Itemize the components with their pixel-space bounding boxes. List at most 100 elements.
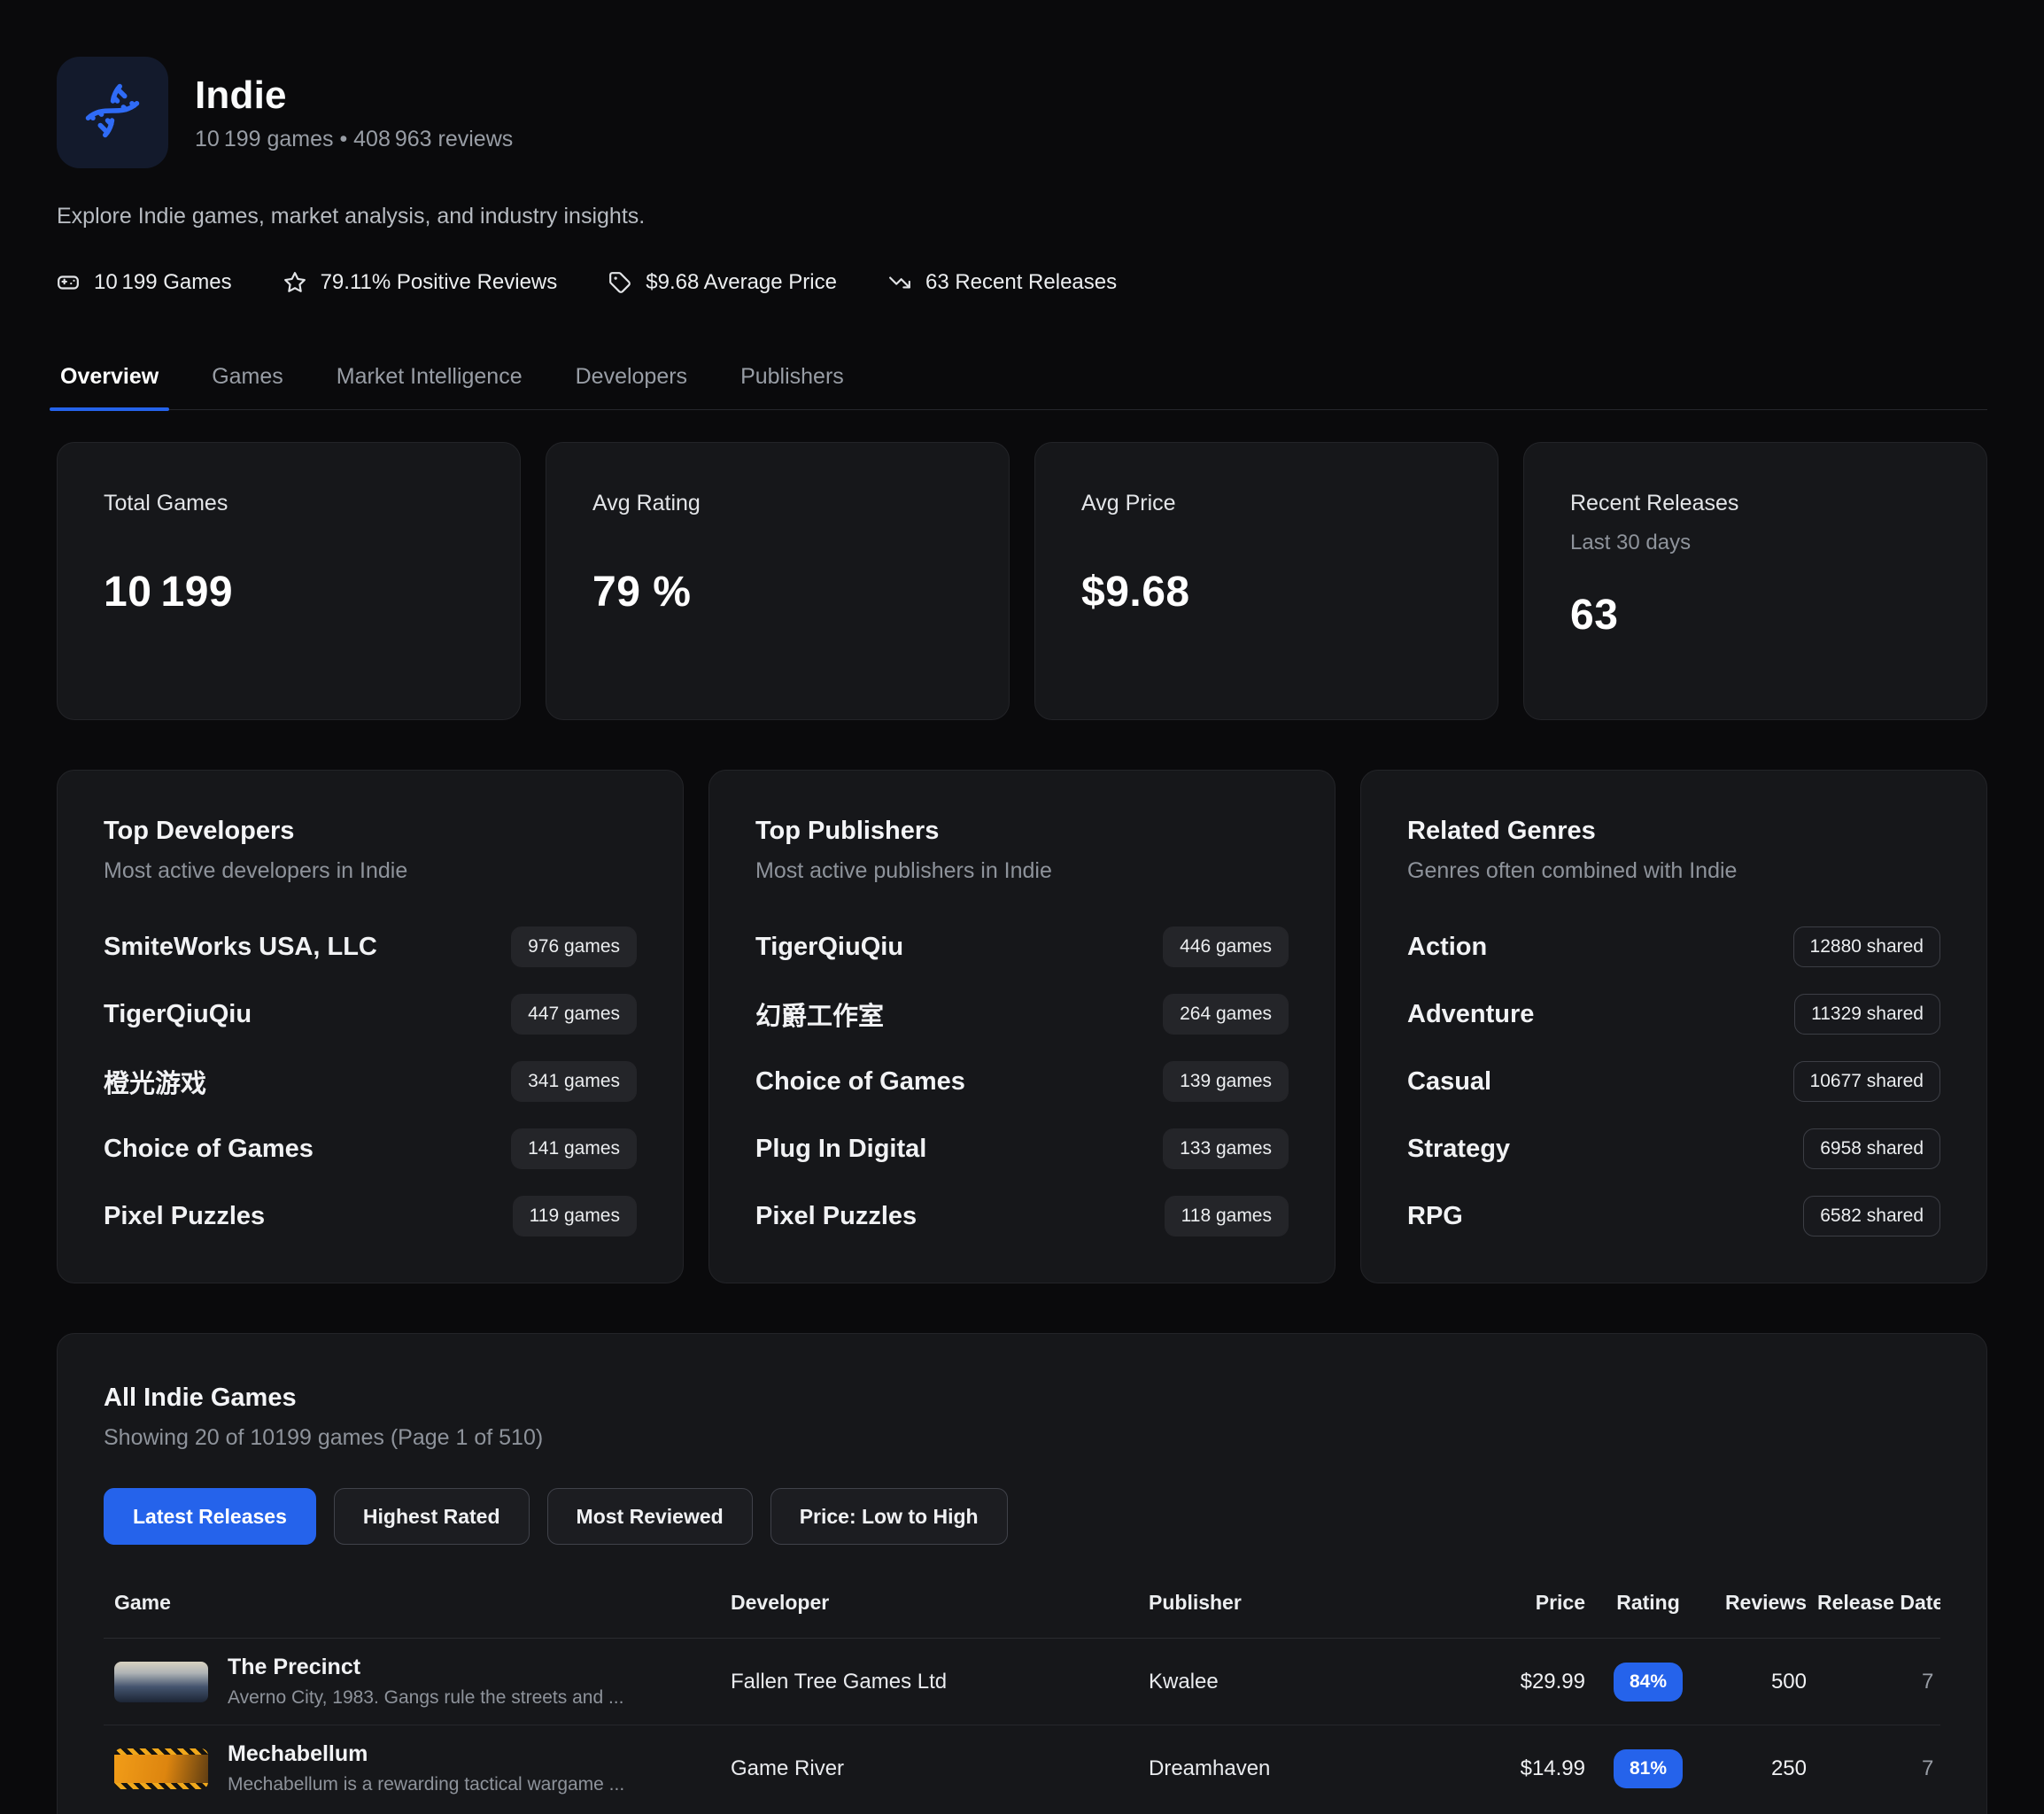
list-item[interactable]: TigerQiuQiu447 games xyxy=(104,994,637,1035)
quick-stat: 10 199 Games xyxy=(57,270,232,295)
list-item-name: Action xyxy=(1407,933,1487,962)
sort-filter-row: Latest Releases Highest Rated Most Reviewe… xyxy=(104,1488,1940,1545)
count-badge: 118 games xyxy=(1165,1196,1289,1236)
reviews-cell: 250 xyxy=(1700,1725,1807,1812)
panel-subtitle: Genres often combined with Indie xyxy=(1407,858,1940,884)
table-row[interactable]: The PrecinctAverno City, 1983. Gangs rul… xyxy=(104,1639,1940,1725)
list-item[interactable]: Strategy6958 shared xyxy=(1407,1128,1940,1169)
list-item-name: Strategy xyxy=(1407,1135,1510,1164)
list-item[interactable]: Pixel Puzzles 119 games xyxy=(104,1196,637,1236)
sort-button-price-low-to-high[interactable]: Price: Low to High xyxy=(770,1488,1008,1545)
count-badge: 6582 shared xyxy=(1803,1196,1940,1236)
stat-card: Recent ReleasesLast 30 days63 xyxy=(1523,442,1987,720)
panel-list: SmiteWorks USA, LLC 976 games TigerQiuQiu4… xyxy=(104,926,637,1236)
count-badge: 141 games xyxy=(511,1128,637,1169)
list-item[interactable]: Choice of Games 141 games xyxy=(104,1128,637,1169)
stat-card-value: 63 xyxy=(1570,591,1940,640)
quick-stat: $9.68 Average Price xyxy=(608,270,837,295)
rating-badge: 84% xyxy=(1614,1663,1683,1702)
table-row[interactable]: Mechabellum Mechabellum is a rewarding ta… xyxy=(104,1725,1940,1812)
games-section-title: All Indie Games xyxy=(104,1384,1940,1413)
tag-icon xyxy=(608,271,631,294)
column-header-reviews: Reviews xyxy=(1700,1591,1807,1639)
list-item[interactable]: Action12880 shared xyxy=(1407,926,1940,967)
rating-cell: 84% xyxy=(1585,1639,1700,1725)
panel-list: Action12880 shared Adventure11329 shared C… xyxy=(1407,926,1940,1236)
list-item[interactable]: Casual 10677 shared xyxy=(1407,1061,1940,1102)
sort-button-most-reviewed[interactable]: Most Reviewed xyxy=(547,1488,753,1545)
list-item[interactable]: 橙光游戏 341 games xyxy=(104,1061,637,1102)
trending-down-icon xyxy=(888,271,911,294)
list-item-name: Choice of Games xyxy=(104,1135,314,1164)
panel-list: TigerQiuQiu446 games 幻爵工作室 264 games Choice… xyxy=(755,926,1289,1236)
page: Indie 10 199 games • 408 963 reviews Exp… xyxy=(0,0,2044,1814)
list-item[interactable]: TigerQiuQiu446 games xyxy=(755,926,1289,967)
game-cell: Mechabellum Mechabellum is a rewarding ta… xyxy=(104,1725,720,1812)
stat-card-label: Recent Releases xyxy=(1570,491,1940,516)
list-item-name: Casual xyxy=(1407,1067,1491,1097)
dna-icon xyxy=(83,81,142,144)
panel-top-publishers: Top PublishersMost active publishers in … xyxy=(708,770,1336,1283)
list-item-name: TigerQiuQiu xyxy=(104,1000,252,1029)
game-info: Mechabellum Mechabellum is a rewarding ta… xyxy=(228,1741,624,1795)
developer-cell: Game River xyxy=(720,1725,1138,1812)
stat-card-label: Avg Rating xyxy=(592,491,963,516)
publisher-cell: Kwalee xyxy=(1138,1639,1488,1725)
list-item[interactable]: SmiteWorks USA, LLC 976 games xyxy=(104,926,637,967)
tab-overview[interactable]: Overview xyxy=(57,364,162,409)
tab-market-intelligence[interactable]: Market Intelligence xyxy=(333,364,526,409)
panel-related-genres: Related Genres Genres often combined with… xyxy=(1360,770,1987,1283)
stat-cards: Total Games10 199Avg Rating79 %Avg Price… xyxy=(57,442,1987,720)
count-badge: 10677 shared xyxy=(1793,1061,1940,1102)
tab-publishers[interactable]: Publishers xyxy=(737,364,848,409)
tab-developers[interactable]: Developers xyxy=(572,364,691,409)
panel-title: Related Genres xyxy=(1407,817,1940,846)
game-thumbnail xyxy=(114,1662,208,1702)
release-date-cell: 7 xyxy=(1807,1639,1940,1725)
game-title[interactable]: The Precinct xyxy=(228,1655,623,1680)
list-item-name: Pixel Puzzles xyxy=(104,1202,265,1231)
list-item-name: RPG xyxy=(1407,1202,1463,1231)
stat-card-label: Total Games xyxy=(104,491,474,516)
quick-stat-label: 63 Recent Releases xyxy=(925,270,1117,295)
page-description: Explore Indie games, market analysis, an… xyxy=(57,204,1987,229)
rating-badge: 81% xyxy=(1614,1749,1683,1788)
quick-stat: 63 Recent Releases xyxy=(888,270,1117,295)
stat-card: Total Games 10 199 xyxy=(57,442,521,720)
panel-subtitle: Most active publishers in Indie xyxy=(755,858,1289,884)
stat-card-value: 10 199 xyxy=(104,568,474,616)
quick-stat-label: 79.11% Positive Reviews xyxy=(321,270,558,295)
list-item-name: Adventure xyxy=(1407,1000,1534,1029)
sort-button-highest-rated[interactable]: Highest Rated xyxy=(334,1488,530,1545)
list-item[interactable]: Choice of Games139 games xyxy=(755,1061,1289,1102)
games-table: GameDeveloperPublisherPriceRatingReviews… xyxy=(104,1591,1940,1811)
price-cell: $14.99 xyxy=(1488,1725,1585,1812)
list-item[interactable]: 幻爵工作室 264 games xyxy=(755,994,1289,1035)
panel-top-developers: Top Developers Most active developers in … xyxy=(57,770,684,1283)
title-block: Indie 10 199 games • 408 963 reviews xyxy=(195,74,513,152)
panel-title: Top Developers xyxy=(104,817,637,846)
page-title: Indie xyxy=(195,74,513,118)
list-item[interactable]: RPG 6582 shared xyxy=(1407,1196,1940,1236)
count-badge: 976 games xyxy=(511,926,637,967)
count-badge: 341 games xyxy=(511,1061,637,1102)
list-item-name: SmiteWorks USA, LLC xyxy=(104,933,377,962)
release-date-cell: 7 xyxy=(1807,1725,1940,1812)
panel-subtitle: Most active developers in Indie xyxy=(104,858,637,884)
tab-games[interactable]: Games xyxy=(208,364,287,409)
list-item[interactable]: Pixel Puzzles118 games xyxy=(755,1196,1289,1236)
sort-button-latest-releases[interactable]: Latest Releases xyxy=(104,1488,316,1545)
count-badge: 119 games xyxy=(513,1196,637,1236)
list-item[interactable]: Adventure11329 shared xyxy=(1407,994,1940,1035)
games-section-subtitle: Showing 20 of 10199 games (Page 1 of 510… xyxy=(104,1425,1940,1451)
count-badge: 133 games xyxy=(1163,1128,1289,1169)
list-item[interactable]: Plug In Digital133 games xyxy=(755,1128,1289,1169)
column-header-rating: Rating xyxy=(1585,1591,1700,1639)
game-title[interactable]: Mechabellum xyxy=(228,1741,624,1767)
list-item-name: 幻爵工作室 xyxy=(755,996,884,1033)
quick-stat: 79.11% Positive Reviews xyxy=(283,270,558,295)
games-table-header: GameDeveloperPublisherPriceRatingReviews… xyxy=(104,1591,1940,1639)
game-description: Mechabellum is a rewarding tactical warg… xyxy=(228,1774,624,1795)
count-badge: 264 games xyxy=(1163,994,1289,1035)
list-item-name: 橙光游戏 xyxy=(104,1063,206,1100)
